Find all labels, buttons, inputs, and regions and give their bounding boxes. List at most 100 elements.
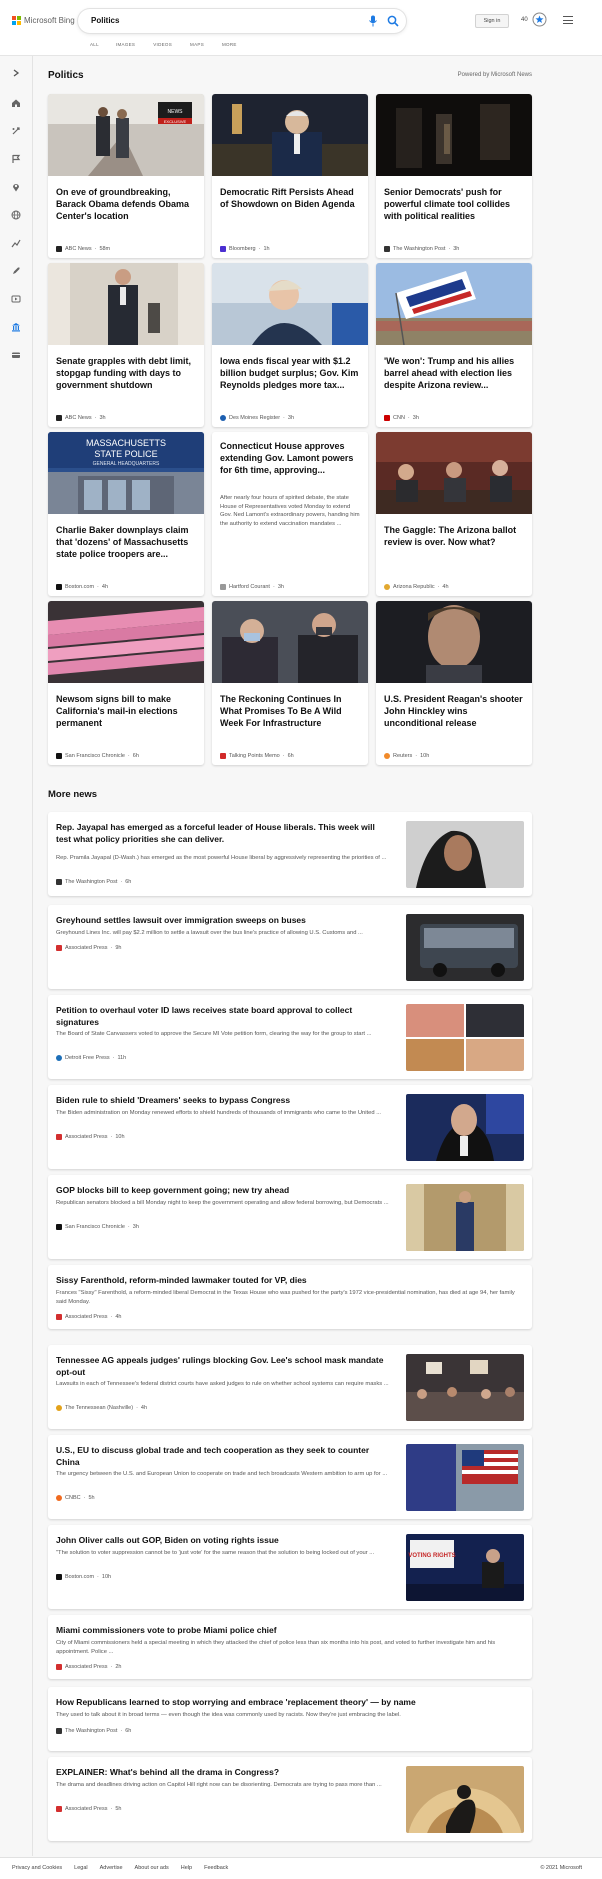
card-title[interactable]: Senior Democrats' push for powerful clim…	[384, 186, 526, 222]
item-snippet: The urgency between the U.S. and Europea…	[56, 1471, 388, 1477]
item-title[interactable]: Biden rule to shield 'Dreamers' seeks to…	[56, 1094, 386, 1106]
footer-link-advertise[interactable]: Advertise	[100, 1865, 123, 1871]
card-title[interactable]: Senate grapples with debt limit, stopgap…	[56, 355, 198, 391]
section-title: Politics	[48, 70, 84, 81]
microphone-icon[interactable]	[368, 15, 378, 27]
menu-icon[interactable]	[563, 16, 573, 24]
video-icon[interactable]	[11, 294, 21, 304]
item-title[interactable]: Greyhound settles lawsuit over immigrati…	[56, 914, 386, 926]
card-image	[212, 263, 368, 345]
footer-link-about-ads[interactable]: About our ads	[135, 1865, 169, 1871]
source-logo-icon	[220, 584, 226, 590]
news-card[interactable]: U.S. President Reagan's shooter John Hin…	[376, 601, 532, 765]
card-title[interactable]: On eve of groundbreaking, Barack Obama d…	[56, 186, 198, 222]
news-card[interactable]: The Gaggle: The Arizona ballot review is…	[376, 432, 532, 596]
item-thumbnail	[406, 1354, 524, 1421]
tab-videos[interactable]: VIDEOS	[153, 42, 172, 47]
microsoft-logo-icon	[12, 16, 21, 25]
footer-link-feedback[interactable]: Feedback	[204, 1865, 228, 1871]
source-logo-icon	[220, 415, 226, 421]
item-snippet: "The solution to voter suppression canno…	[56, 1550, 375, 1556]
item-title[interactable]: Miami commissioners vote to probe Miami …	[56, 1624, 516, 1636]
source-logo-icon	[56, 753, 62, 759]
news-card[interactable]: 'We won': Trump and his allies barrel ah…	[376, 263, 532, 427]
source-logo-icon	[56, 1806, 62, 1812]
rewards-icon[interactable]	[532, 12, 547, 27]
news-list-item[interactable]: Rep. Jayapal has emerged as a forceful l…	[48, 812, 532, 896]
item-title[interactable]: How Republicans learned to stop worrying…	[56, 1696, 516, 1708]
news-card[interactable]: MASSACHUSETTS STATE POLICE GENERAL HEADQ…	[48, 432, 204, 596]
bing-logo[interactable]: Microsoft Bing	[12, 16, 75, 25]
search-icon[interactable]	[387, 15, 399, 27]
card-title[interactable]: Iowa ends fiscal year with $1.2 billion …	[220, 355, 362, 391]
card-title[interactable]: 'We won': Trump and his allies barrel ah…	[384, 355, 526, 391]
item-title[interactable]: U.S., EU to discuss global trade and tec…	[56, 1444, 386, 1468]
item-title[interactable]: Tennessee AG appeals judges' rulings blo…	[56, 1354, 386, 1378]
card-title[interactable]: The Reckoning Continues In What Promises…	[220, 693, 362, 729]
chart-icon[interactable]	[11, 238, 21, 248]
footer-link-help[interactable]: Help	[181, 1865, 192, 1871]
news-list-item[interactable]: Tennessee AG appeals judges' rulings blo…	[48, 1345, 532, 1429]
card-source: Boston.com · 4h	[56, 584, 108, 590]
card-title[interactable]: The Gaggle: The Arizona ballot review is…	[384, 524, 526, 548]
news-list-item[interactable]: Greyhound settles lawsuit over immigrati…	[48, 905, 532, 989]
footer-link-privacy[interactable]: Privacy and Cookies	[12, 1865, 62, 1871]
item-snippet: Greyhound Lines Inc. will pay $2.2 milli…	[56, 930, 363, 936]
rewards-points[interactable]: 40	[521, 17, 528, 23]
sparkle-icon[interactable]	[11, 126, 21, 136]
politics-building-icon[interactable]	[11, 322, 21, 332]
news-list-item[interactable]: Sissy Farenthold, reform-minded lawmaker…	[48, 1265, 532, 1329]
tab-images[interactable]: IMAGES	[116, 42, 135, 47]
item-thumbnail	[406, 1094, 524, 1161]
news-card[interactable]: The Reckoning Continues In What Promises…	[212, 601, 368, 765]
news-list-item[interactable]: Petition to overhaul voter ID laws recei…	[48, 995, 532, 1079]
card-title[interactable]: Charlie Baker downplays claim that 'doze…	[56, 524, 198, 560]
globe-icon[interactable]	[11, 210, 21, 220]
search-box[interactable]: Politics	[78, 9, 406, 33]
news-card[interactable]: Newsom signs bill to make California's m…	[48, 601, 204, 765]
card-title[interactable]: Connecticut House approves extending Gov…	[220, 440, 362, 476]
powered-by-text[interactable]: Powered by Microsoft News	[458, 72, 532, 78]
expand-chevron-icon[interactable]	[11, 68, 21, 78]
search-input[interactable]: Politics	[91, 16, 119, 25]
item-source: Associated Press · 9h	[56, 945, 121, 951]
news-list-item[interactable]: Biden rule to shield 'Dreamers' seeks to…	[48, 1085, 532, 1169]
news-card[interactable]: Democratic Rift Persists Ahead of Showdo…	[212, 94, 368, 258]
location-pin-icon[interactable]	[11, 182, 21, 192]
card-source: Bloomberg · 1h	[220, 246, 270, 252]
item-title[interactable]: Petition to overhaul voter ID laws recei…	[56, 1004, 386, 1028]
sign-in-button[interactable]: Sign in	[475, 14, 509, 28]
news-card[interactable]: Iowa ends fiscal year with $1.2 billion …	[212, 263, 368, 427]
card-title[interactable]: Democratic Rift Persists Ahead of Showdo…	[220, 186, 362, 210]
source-logo-icon	[56, 415, 62, 421]
item-title[interactable]: GOP blocks bill to keep government going…	[56, 1184, 386, 1196]
news-card[interactable]: Senate grapples with debt limit, stopgap…	[48, 263, 204, 427]
tab-more[interactable]: MORE	[222, 42, 237, 47]
item-title[interactable]: EXPLAINER: What's behind all the drama i…	[56, 1766, 386, 1778]
news-card[interactable]: NEWS EXCLUSIVE On eve of groundbreaking,…	[48, 94, 204, 258]
news-list-item[interactable]: GOP blocks bill to keep government going…	[48, 1175, 532, 1259]
card-source: The Washington Post · 3h	[384, 246, 459, 252]
news-card[interactable]: Connecticut House approves extending Gov…	[212, 432, 368, 596]
tab-maps[interactable]: MAPS	[190, 42, 204, 47]
card-icon[interactable]	[11, 350, 21, 360]
news-list-item[interactable]: John Oliver calls out GOP, Biden on voti…	[48, 1525, 532, 1609]
home-icon[interactable]	[11, 98, 21, 108]
item-title[interactable]: John Oliver calls out GOP, Biden on voti…	[56, 1534, 386, 1546]
card-title[interactable]: Newsom signs bill to make California's m…	[56, 693, 198, 729]
news-card[interactable]: Senior Democrats' push for powerful clim…	[376, 94, 532, 258]
news-list-item[interactable]: U.S., EU to discuss global trade and tec…	[48, 1435, 532, 1519]
flag-icon[interactable]	[11, 154, 21, 164]
news-list-item[interactable]: How Republicans learned to stop worrying…	[48, 1687, 532, 1751]
card-image	[48, 263, 204, 345]
footer-link-legal[interactable]: Legal	[74, 1865, 87, 1871]
card-title[interactable]: U.S. President Reagan's shooter John Hin…	[384, 693, 526, 729]
news-list-item[interactable]: EXPLAINER: What's behind all the drama i…	[48, 1757, 532, 1841]
item-snippet: Republican senators blocked a bill Monda…	[56, 1200, 389, 1206]
news-list-item[interactable]: Miami commissioners vote to probe Miami …	[48, 1615, 532, 1679]
rocket-icon[interactable]	[11, 266, 21, 276]
source-logo-icon	[56, 1574, 62, 1580]
tab-all[interactable]: ALL	[90, 42, 99, 47]
item-title[interactable]: Sissy Farenthold, reform-minded lawmaker…	[56, 1274, 516, 1286]
item-title[interactable]: Rep. Jayapal has emerged as a forceful l…	[56, 821, 386, 845]
